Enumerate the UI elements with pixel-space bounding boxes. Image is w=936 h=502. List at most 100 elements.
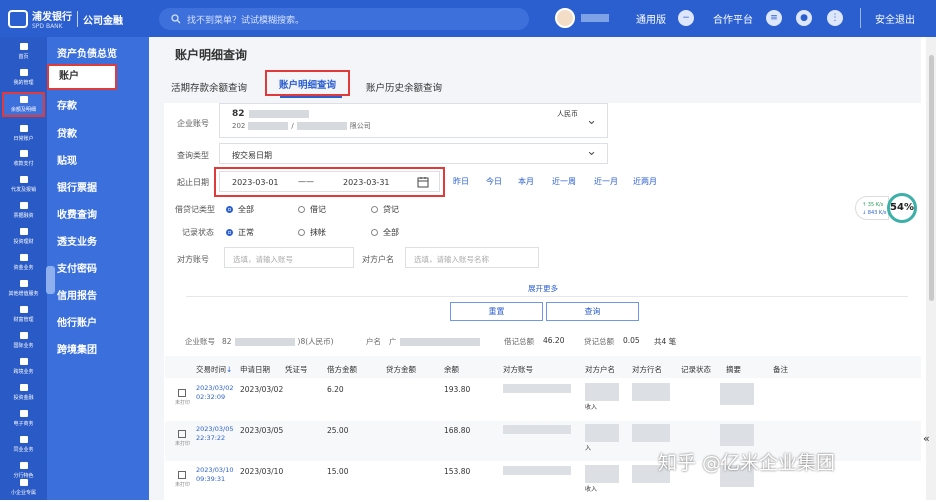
sidebar-item-ecommerce[interactable]: 电子商务	[2, 408, 45, 430]
query-type-select[interactable]: 按交易日期 ⌄	[219, 143, 608, 164]
more-vertical-icon[interactable]: ⋮	[827, 10, 843, 26]
submenu-item-other-bank[interactable]: 他行账户	[57, 314, 97, 329]
sidebar-item-cross-border[interactable]: 跨境业务	[2, 356, 45, 378]
sidebar-item-payment[interactable]: 收款支付	[2, 148, 45, 170]
safe-icon	[19, 384, 28, 391]
redacted-cp-name	[585, 424, 619, 442]
topbar-divider	[860, 8, 861, 28]
calendar-icon[interactable]	[417, 176, 429, 188]
sidebar-item-bill-financing[interactable]: 票据融资	[2, 200, 45, 222]
radio-selected-icon	[226, 206, 233, 213]
avatar	[555, 8, 575, 28]
sidebar-item-home[interactable]: 首页	[2, 41, 45, 63]
submenu-item-cross-border-group[interactable]: 跨境集团	[57, 341, 97, 356]
sidebar-item-small-business[interactable]: 小企业专属	[2, 477, 45, 499]
submenu-item-credit-report[interactable]: 信用报告	[57, 287, 97, 302]
table-row[interactable]: 未打印 2023/03/02 02:32:09 2023/03/02 6.20 1…	[165, 380, 921, 420]
reset-button[interactable]: 重置	[450, 302, 543, 321]
version-switch[interactable]: 通用版	[636, 11, 666, 26]
memory-gauge[interactable]: 54%	[887, 193, 917, 223]
sidebar-item-payroll[interactable]: 代发及报销	[2, 174, 45, 196]
status-option-normal[interactable]: 正常	[226, 227, 254, 238]
trade-time-link[interactable]: 2023/03/05 22:37:22	[196, 425, 233, 443]
submenu-item-pay-password[interactable]: 支付密码	[57, 260, 97, 275]
submenu-item-overdraft[interactable]: 透支业务	[57, 233, 97, 248]
sidebar-collapse-handle[interactable]	[46, 266, 55, 294]
sidebar-item-my-management[interactable]: 我的管理	[2, 67, 45, 89]
sidebar-item-daily-account[interactable]: 日常账户	[2, 123, 45, 145]
col-trade-time[interactable]: 交易时间↓	[196, 364, 232, 375]
dc-option-debit[interactable]: 借记	[298, 204, 326, 215]
sidebar-item-balance-detail[interactable]: 余额及明细	[2, 92, 45, 117]
record-status-label: 记录状态	[182, 228, 214, 237]
summary-account-label: 企业账号	[185, 337, 215, 346]
submenu-item-fee-query[interactable]: 收费查询	[57, 206, 97, 221]
redacted-cp-bank	[632, 383, 670, 401]
status-option-reversed[interactable]: 抹帐	[298, 227, 326, 238]
chevron-down-icon: ⌄	[586, 144, 597, 159]
scrollbar-thumb[interactable]	[929, 55, 934, 301]
quick-date-last-month[interactable]: 近一月	[594, 176, 618, 187]
sidebar-item-invest-finance[interactable]: 投资金融	[2, 382, 45, 404]
submenu-item-account[interactable]: 账户	[47, 64, 117, 90]
pin-icon	[19, 462, 28, 469]
minus-icon[interactable]: −	[678, 10, 694, 26]
quick-date-yesterday[interactable]: 昨日	[453, 176, 469, 187]
user-menu[interactable]	[555, 8, 609, 28]
row-checkbox[interactable]	[178, 430, 186, 438]
dc-option-credit[interactable]: 贷记	[371, 204, 399, 215]
submenu-item-deposit[interactable]: 存款	[57, 97, 77, 112]
logo-sub: 公司金融	[83, 15, 123, 27]
redacted-cp-account	[503, 466, 571, 475]
network-speed-widget: ↑ 35 K/s ↓ 843 K/s	[855, 196, 889, 220]
quick-date-this-month[interactable]: 本月	[518, 176, 534, 187]
submenu-item-asset-overview[interactable]: 资产负债总览	[57, 45, 117, 60]
sidebar-item-investment[interactable]: 投资理财	[2, 226, 45, 248]
submenu-item-bank-bills[interactable]: 银行票据	[57, 179, 97, 194]
radio-selected-icon	[226, 229, 233, 236]
sidebar-item-wealth[interactable]: 财富管理	[2, 304, 45, 326]
collapse-panel-icon[interactable]: «	[923, 432, 930, 445]
col-cp-name: 对方户名	[585, 365, 615, 374]
sidebar-item-interbank[interactable]: 同业业务	[2, 434, 45, 456]
expand-more-link[interactable]: 展开更多	[528, 283, 558, 294]
tab-current-balance[interactable]: 活期存款余额查询	[171, 80, 247, 94]
row-checkbox[interactable]	[178, 471, 186, 479]
tab-history-balance[interactable]: 账户历史余额查询	[366, 80, 442, 94]
sidebar-item-funds[interactable]: 资金业务	[2, 252, 45, 274]
start-date[interactable]: 2023-03-01	[232, 178, 279, 187]
radio-icon	[371, 229, 378, 236]
sidebar-item-international[interactable]: 国际业务	[2, 330, 45, 352]
search-icon	[171, 14, 181, 24]
status-option-all[interactable]: 全部	[371, 227, 399, 238]
summary-count: 共4 笔	[654, 337, 677, 346]
quick-date-today[interactable]: 今日	[486, 176, 502, 187]
row-checkbox[interactable]	[178, 389, 186, 397]
cp-name-tail: 入	[585, 445, 592, 452]
end-date[interactable]: 2023-03-31	[343, 178, 390, 187]
quick-date-last-two-months[interactable]: 近两月	[633, 176, 657, 187]
date-range-picker[interactable]: 2023-03-01 —— 2023-03-31	[219, 171, 440, 192]
balance: 193.80	[444, 385, 471, 394]
location-icon[interactable]: ●	[796, 10, 812, 26]
layers-icon[interactable]: ≡	[766, 10, 782, 26]
debit-amount: 15.00	[327, 467, 349, 476]
sidebar-item-value-added[interactable]: 其他增值服务	[2, 278, 45, 300]
cp-account-input[interactable]: 选填，请输入账号	[224, 247, 354, 268]
dc-option-all[interactable]: 全部	[226, 204, 254, 215]
bank-logo[interactable]: 浦发银行 SPD BANK 公司金融	[8, 8, 148, 30]
quick-date-last-week[interactable]: 近一周	[552, 176, 576, 187]
tab-account-detail[interactable]: 账户明细查询	[265, 70, 351, 96]
partner-platform-link[interactable]: 合作平台	[713, 11, 753, 26]
query-button[interactable]: 查询	[546, 302, 639, 321]
dc-type-label: 借贷记类型	[175, 205, 215, 214]
logout-button[interactable]: 安全退出	[875, 11, 915, 26]
submenu-item-discount[interactable]: 贴现	[57, 152, 77, 167]
cp-name-input[interactable]: 选填，请输入账号名称	[405, 247, 539, 268]
account-select[interactable]: 82 202/限公司 人民币 ⌄	[219, 103, 608, 138]
submenu-item-loan[interactable]: 贷款	[57, 125, 77, 140]
search-placeholder: 找不到菜单？试试模糊搜索。	[187, 15, 305, 26]
menu-search-input[interactable]: 找不到菜单？试试模糊搜索。	[159, 8, 529, 30]
trade-time-link[interactable]: 2023/03/10 09:39:31	[196, 466, 233, 484]
trade-time-link[interactable]: 2023/03/02 02:32:09	[196, 384, 233, 402]
